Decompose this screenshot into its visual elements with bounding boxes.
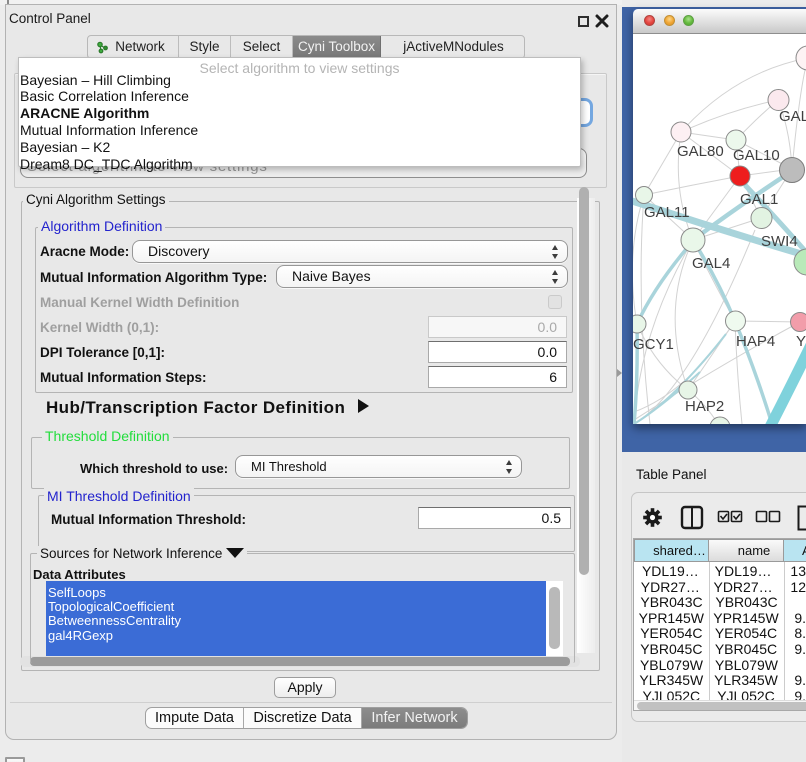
svg-text:HAP2: HAP2 [685,398,724,415]
svg-text:YE: YE [796,333,806,350]
svg-text:GAL2: GAL2 [779,108,806,125]
svg-text:SWI4: SWI4 [761,233,798,250]
svg-text:GAL80: GAL80 [677,143,724,160]
svg-text:GAL10: GAL10 [733,147,780,164]
svg-text:GAL1: GAL1 [740,191,778,208]
svg-text:GCY1: GCY1 [633,336,674,353]
svg-text:HAP4: HAP4 [736,333,775,350]
svg-text:GAL4: GAL4 [692,255,730,272]
svg-text:GAL11: GAL11 [644,204,690,221]
